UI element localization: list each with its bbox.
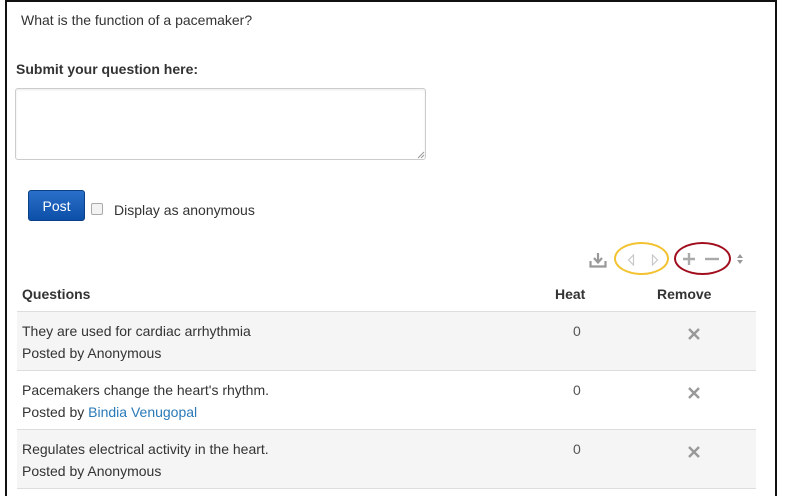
header-remove: Remove — [657, 286, 712, 302]
question-panel: What is the function of a pacemaker? Sub… — [5, 0, 777, 496]
posted-by: Posted by Bindia Venugopal — [22, 404, 197, 420]
questions-table: Questions Heat Remove They are used for … — [17, 280, 756, 489]
heat-value: 0 — [573, 382, 581, 398]
post-button[interactable]: Post — [28, 190, 85, 221]
header-questions[interactable]: Questions — [22, 286, 90, 302]
poster-link[interactable]: Bindia Venugopal — [88, 404, 197, 420]
submit-question-label: Submit your question here: — [16, 61, 199, 77]
remove-icon[interactable] — [687, 327, 701, 341]
zoom-highlight-circle — [674, 242, 731, 275]
prompt-question: What is the function of a pacemaker? — [21, 12, 253, 28]
resize-grip-icon[interactable] — [417, 151, 425, 159]
question-textarea[interactable] — [15, 88, 426, 160]
posted-by: Posted by Anonymous — [22, 463, 161, 479]
sort-icon[interactable] — [736, 253, 744, 265]
anonymous-checkbox[interactable] — [91, 203, 103, 215]
remove-icon[interactable] — [687, 445, 701, 459]
question-text: They are used for cardiac arrhythmia — [22, 323, 251, 339]
posted-by-prefix: Posted by — [22, 404, 85, 420]
heat-value: 0 — [573, 323, 581, 339]
header-heat[interactable]: Heat — [555, 286, 585, 302]
download-icon[interactable] — [589, 252, 607, 268]
question-text: Pacemakers change the heart's rhythm. — [22, 382, 270, 398]
poster-name: Anonymous — [87, 345, 162, 361]
table-header: Questions Heat Remove — [17, 280, 756, 312]
posted-by: Posted by Anonymous — [22, 345, 161, 361]
table-row: Pacemakers change the heart's rhythm. Po… — [17, 371, 756, 430]
anonymous-label: Display as anonymous — [114, 202, 255, 218]
posted-by-prefix: Posted by — [22, 345, 85, 361]
question-text: Regulates electrical activity in the hea… — [22, 441, 269, 457]
navigation-highlight-circle — [614, 242, 669, 275]
remove-icon[interactable] — [687, 386, 701, 400]
heat-value: 0 — [573, 441, 581, 457]
posted-by-prefix: Posted by — [22, 463, 85, 479]
table-row: Regulates electrical activity in the hea… — [17, 430, 756, 489]
poster-name: Anonymous — [87, 463, 162, 479]
table-row: They are used for cardiac arrhythmia Pos… — [17, 312, 756, 371]
